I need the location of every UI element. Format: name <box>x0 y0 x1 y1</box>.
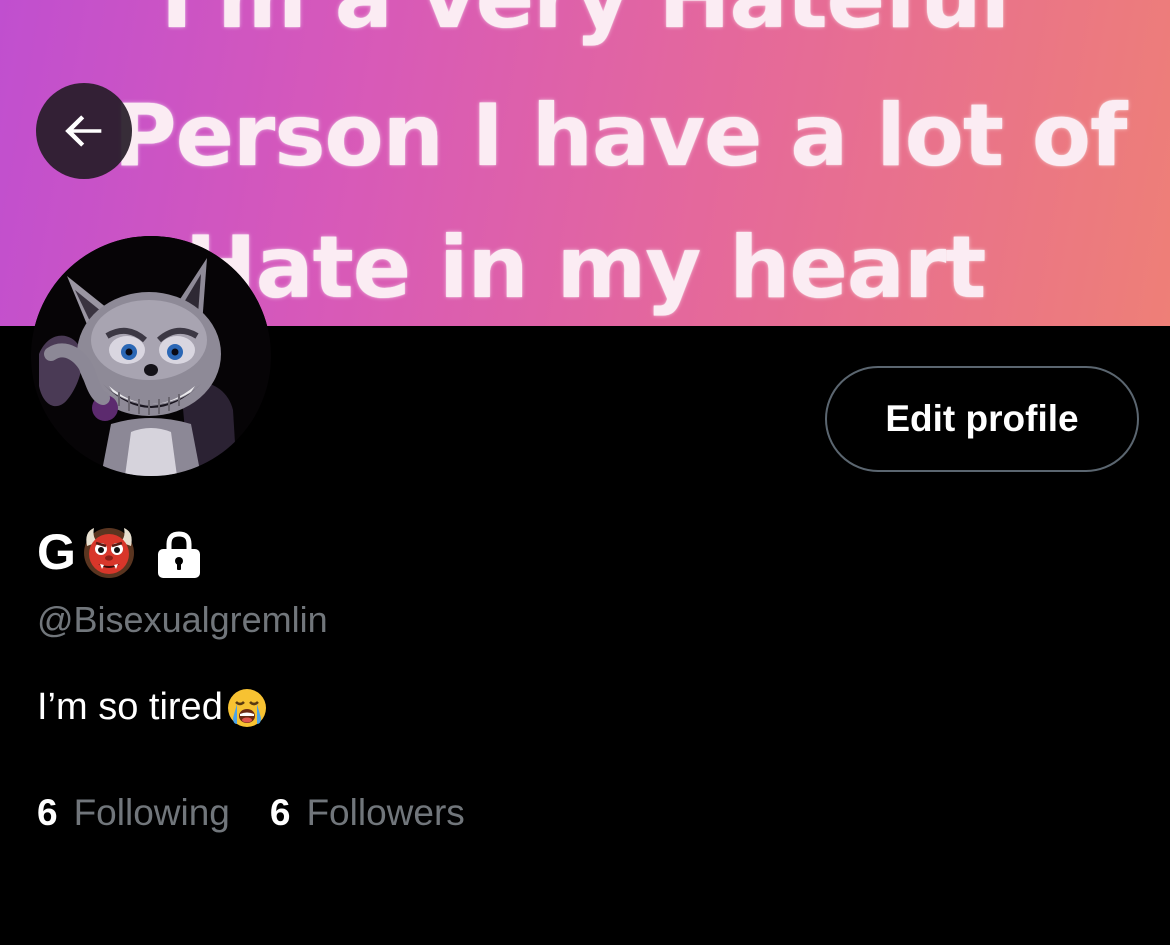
banner-text-line-2: Person I have a lot of <box>113 86 1128 186</box>
back-button[interactable] <box>36 83 132 179</box>
user-handle: @Bisexualgremlin <box>37 599 328 640</box>
edit-profile-button[interactable]: Edit profile <box>825 366 1139 472</box>
following-label: Following <box>73 792 230 833</box>
following-stat[interactable]: 6 Following <box>37 790 230 836</box>
loudly-crying-face-emoji-icon <box>227 689 266 727</box>
bio-text: I’m so tired <box>37 686 223 728</box>
bio-row: I’m so tired <box>37 683 270 731</box>
gremlin-avatar-image <box>31 236 271 476</box>
display-name: G <box>37 524 76 580</box>
follow-stats: 6 Following 6 Followers <box>37 790 465 836</box>
arrow-left-icon <box>65 115 102 147</box>
following-count: 6 <box>37 792 58 833</box>
followers-stat[interactable]: 6 Followers <box>270 790 465 836</box>
avatar[interactable] <box>31 236 271 476</box>
followers-count: 6 <box>269 792 291 833</box>
lock-icon <box>157 531 200 578</box>
banner-text-line-1: I'm a very Hateful <box>0 0 1170 48</box>
ogre-emoji-icon <box>83 528 134 578</box>
display-name-row: G <box>37 522 204 582</box>
followers-label: Followers <box>306 792 465 833</box>
